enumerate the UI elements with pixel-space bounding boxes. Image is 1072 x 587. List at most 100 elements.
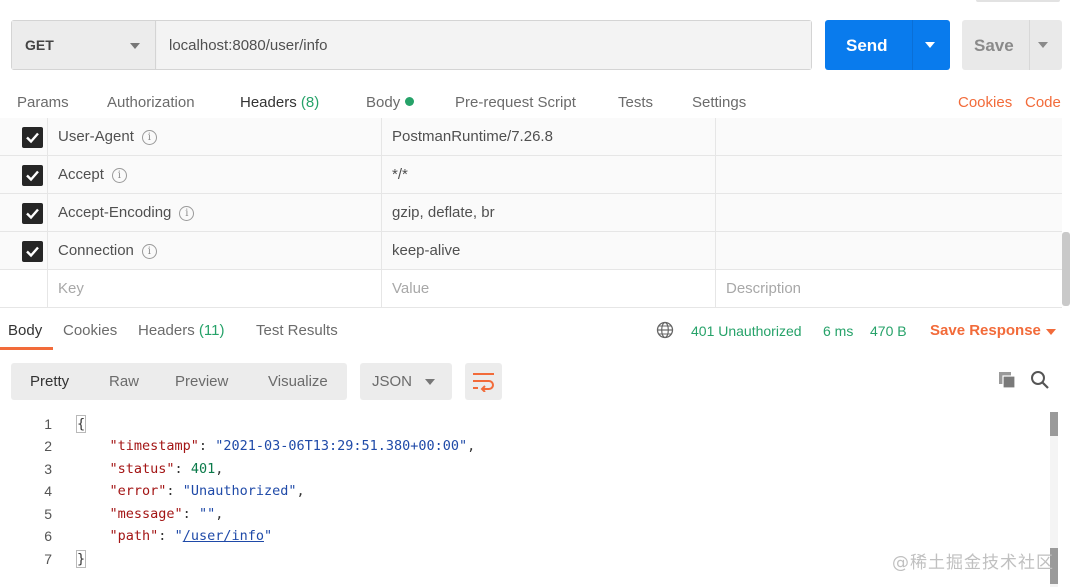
- save-response-button[interactable]: Save Response: [930, 322, 1041, 339]
- format-label: JSON: [372, 373, 413, 390]
- wrap-lines-button[interactable]: [465, 363, 502, 400]
- status-code[interactable]: 401 Unauthorized: [691, 323, 802, 339]
- save-label: Save: [974, 36, 1014, 55]
- send-button[interactable]: Send: [825, 20, 950, 70]
- json-quote: ": [263, 528, 273, 544]
- json-string-value: "2021-03-06T13:29:51.380+00:00": [215, 438, 468, 454]
- chevron-down-icon[interactable]: [1046, 329, 1056, 335]
- editor-scrollbar-thumb[interactable]: [1050, 412, 1058, 436]
- key-placeholder: Key: [58, 280, 84, 297]
- header-key-text: User-Agent: [58, 128, 134, 145]
- header-key: User-Agent i: [58, 128, 157, 145]
- code-line: "path": "/user/info": [109, 528, 273, 544]
- line-number: 7: [44, 551, 52, 567]
- header-value-cell[interactable]: gzip, deflate, br: [382, 194, 716, 232]
- header-checkbox[interactable]: [22, 203, 43, 224]
- search-icon[interactable]: [1030, 370, 1050, 390]
- url-input[interactable]: [157, 21, 811, 69]
- tab-pre-request-script[interactable]: Pre-request Script: [455, 94, 576, 111]
- cookies-link[interactable]: Cookies: [958, 94, 1012, 111]
- header-checkbox[interactable]: [22, 241, 43, 262]
- line-number: 6: [44, 528, 52, 544]
- response-tab-cookies[interactable]: Cookies: [63, 322, 117, 339]
- tab-headers-label: Headers: [240, 94, 297, 111]
- save-button[interactable]: Save: [962, 20, 1062, 70]
- header-checkbox[interactable]: [22, 165, 43, 186]
- globe-icon[interactable]: [656, 321, 674, 339]
- header-key: Connection i: [58, 242, 157, 259]
- chevron-down-icon: [130, 43, 140, 49]
- header-key-cell[interactable]: Connection i: [48, 232, 382, 270]
- method-label: GET: [25, 37, 54, 53]
- new-key-cell[interactable]: Key: [48, 270, 382, 308]
- send-divider: [912, 20, 913, 70]
- code-line: "error": "Unauthorized",: [109, 483, 305, 499]
- tab-tests[interactable]: Tests: [618, 94, 653, 111]
- view-pretty[interactable]: Pretty: [30, 373, 69, 390]
- tab-body[interactable]: Body: [366, 94, 415, 111]
- code-line: }: [75, 550, 87, 568]
- json-key: "path": [109, 528, 159, 544]
- line-number: 5: [44, 506, 52, 522]
- table-row-new: Key Value Description: [0, 270, 1062, 308]
- info-icon[interactable]: i: [179, 206, 195, 221]
- view-visualize[interactable]: Visualize: [268, 373, 328, 390]
- header-value-cell[interactable]: PostmanRuntime/7.26.8: [382, 118, 716, 156]
- response-tab-body[interactable]: Body: [8, 322, 42, 339]
- header-value: */*: [392, 166, 408, 183]
- header-description-cell[interactable]: [716, 156, 1062, 194]
- body-indicator-dot: [405, 97, 415, 106]
- new-value-cell[interactable]: Value: [382, 270, 716, 308]
- headers-scrollbar[interactable]: [1062, 232, 1070, 306]
- tab-params[interactable]: Params: [17, 94, 69, 111]
- row-check-cell: [0, 232, 48, 270]
- response-time[interactable]: 6 ms: [823, 323, 853, 339]
- header-value-cell[interactable]: keep-alive: [382, 232, 716, 270]
- watermark: @稀土掘金技术社区: [892, 553, 1054, 573]
- request-bar: GET: [11, 20, 812, 70]
- line-number: 3: [44, 461, 52, 477]
- line-number: 4: [44, 483, 52, 499]
- response-size[interactable]: 470 B: [870, 323, 907, 339]
- header-key-cell[interactable]: User-Agent i: [48, 118, 382, 156]
- info-icon[interactable]: i: [141, 130, 157, 145]
- header-value-cell[interactable]: */*: [382, 156, 716, 194]
- header-key-cell[interactable]: Accept i: [48, 156, 382, 194]
- view-preview[interactable]: Preview: [175, 373, 228, 390]
- view-raw[interactable]: Raw: [109, 373, 139, 390]
- json-comma: ,: [215, 506, 224, 522]
- header-key-text: Accept: [58, 166, 104, 183]
- header-description-cell[interactable]: [716, 118, 1062, 156]
- json-string-value: "": [198, 506, 216, 522]
- chevron-down-icon[interactable]: [1038, 42, 1048, 48]
- method-select[interactable]: GET: [12, 21, 156, 69]
- tab-headers[interactable]: Headers (8): [240, 94, 319, 111]
- response-bar: Body Cookies Headers (11) Test Results 4…: [0, 312, 1072, 350]
- header-description-cell[interactable]: [716, 232, 1062, 270]
- tab-settings[interactable]: Settings: [692, 94, 746, 111]
- header-value: gzip, deflate, br: [392, 204, 495, 221]
- send-label: Send: [846, 36, 888, 55]
- header-key-text: Connection: [58, 242, 134, 259]
- copy-icon[interactable]: [997, 370, 1017, 390]
- header-checkbox[interactable]: [22, 127, 43, 148]
- tab-authorization[interactable]: Authorization: [107, 94, 195, 111]
- header-description-cell[interactable]: [716, 194, 1062, 232]
- code-link[interactable]: Code: [1025, 94, 1061, 111]
- format-select[interactable]: JSON: [360, 363, 452, 400]
- top-edge-button: [976, 0, 1060, 2]
- view-mode-group: Pretty Raw Preview Visualize: [11, 363, 347, 400]
- line-number: 1: [44, 416, 52, 432]
- open-brace: {: [75, 415, 87, 433]
- new-description-cell[interactable]: Description: [716, 270, 1062, 308]
- response-tab-headers[interactable]: Headers (11): [138, 322, 224, 339]
- response-tab-test-results[interactable]: Test Results: [256, 322, 338, 339]
- info-icon[interactable]: i: [111, 168, 127, 183]
- wrap-lines-icon: [473, 373, 494, 392]
- header-key-cell[interactable]: Accept-Encoding i: [48, 194, 382, 232]
- json-quote: ": [174, 528, 183, 544]
- info-icon[interactable]: i: [141, 244, 157, 259]
- json-link-value[interactable]: /user/info: [183, 528, 264, 544]
- tab-headers-count: (8): [300, 94, 320, 111]
- chevron-down-icon[interactable]: [925, 42, 935, 48]
